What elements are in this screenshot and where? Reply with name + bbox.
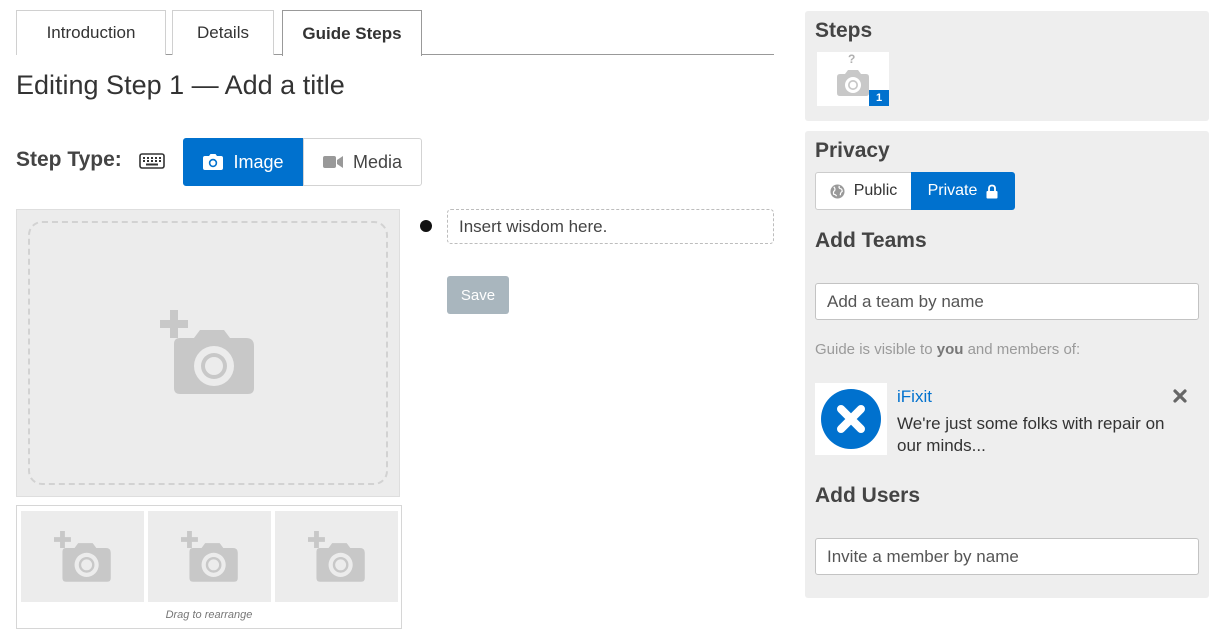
add-team-input[interactable]	[815, 283, 1199, 320]
thumbnail-slot-2[interactable]	[148, 511, 271, 602]
step-placeholder-mark: ?	[848, 52, 856, 66]
steps-heading: Steps	[815, 19, 873, 42]
tab-introduction[interactable]: Introduction	[16, 10, 166, 55]
step-type-label: Step Type:	[16, 148, 122, 171]
ifixit-logo-icon	[821, 389, 881, 449]
step-1-thumbnail[interactable]: ? 1	[817, 52, 889, 106]
step-number-badge: 1	[869, 90, 889, 106]
step-type-image-button[interactable]: Image	[183, 138, 304, 186]
keyboard-icon[interactable]	[139, 153, 165, 169]
bullet-dot	[420, 220, 432, 232]
add-teams-heading: Add Teams	[815, 229, 927, 252]
step-bullet-input[interactable]	[447, 209, 774, 244]
add-photo-icon	[307, 530, 365, 582]
thumbnail-strip: Drag to rearrange	[16, 505, 402, 629]
team-name-link[interactable]: iFixit	[897, 387, 932, 407]
step-type-image-label: Image	[233, 151, 284, 172]
lock-icon	[986, 184, 998, 198]
video-icon	[322, 156, 343, 168]
globe-icon	[830, 183, 845, 199]
add-users-heading: Add Users	[815, 484, 921, 507]
privacy-public-button[interactable]: Public	[815, 172, 912, 210]
camera-icon	[203, 154, 224, 170]
camera-placeholder-icon	[837, 70, 869, 96]
add-photo-icon	[180, 530, 238, 582]
main-image-dropzone[interactable]	[16, 209, 400, 497]
tab-guide-steps[interactable]: Guide Steps	[282, 10, 422, 56]
remove-team-icon[interactable]	[1171, 387, 1189, 405]
steps-panel: Steps ? 1	[805, 11, 1209, 121]
privacy-public-label: Public	[853, 182, 898, 199]
drag-hint: Drag to rearrange	[165, 609, 253, 621]
tab-details[interactable]: Details	[172, 10, 274, 55]
add-photo-icon	[53, 530, 111, 582]
invite-member-input[interactable]	[815, 538, 1199, 575]
privacy-heading: Privacy	[815, 139, 890, 162]
privacy-private-button[interactable]: Private	[911, 172, 1015, 210]
save-button[interactable]: Save	[447, 276, 509, 314]
step-type-media-button[interactable]: Media	[303, 138, 422, 186]
privacy-panel: Privacy Public Private Add Teams Guide i…	[805, 131, 1209, 598]
visibility-note: Guide is visible to you and members of:	[815, 341, 1081, 358]
thumbnail-slot-1[interactable]	[21, 511, 144, 602]
step-type-media-label: Media	[352, 151, 403, 172]
add-photo-icon	[160, 310, 254, 394]
team-logo	[815, 383, 887, 455]
privacy-private-label: Private	[927, 182, 978, 199]
dropzone-dashed-area	[28, 221, 388, 485]
guide-tabs: Introduction Details Guide Steps	[16, 10, 774, 56]
team-description: We're just some folks with repair on our…	[897, 414, 1165, 455]
thumbnail-slot-3[interactable]	[275, 511, 398, 602]
page-title: Editing Step 1 — Add a title	[16, 70, 345, 100]
